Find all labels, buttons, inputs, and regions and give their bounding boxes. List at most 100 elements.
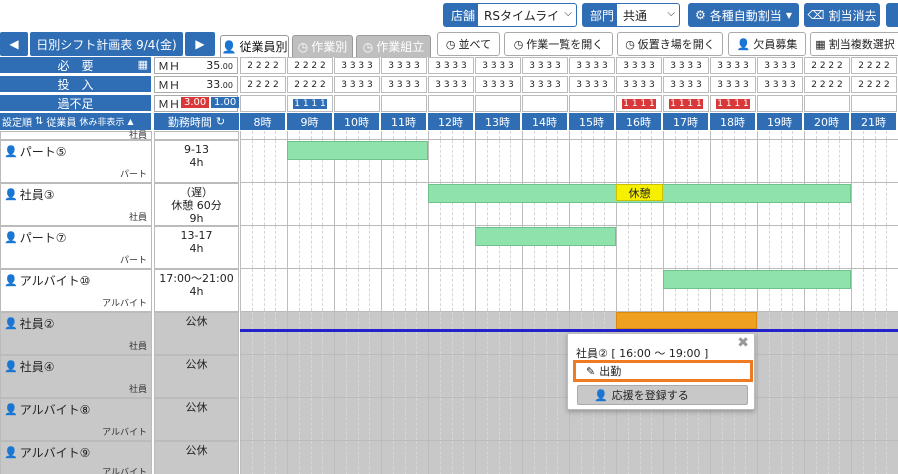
quarter-line — [604, 269, 606, 311]
employee-name-cell[interactable]: 👤 社員③ 社員 — [0, 183, 152, 226]
shift-bar[interactable] — [287, 141, 428, 160]
quarter-line — [862, 183, 864, 225]
employee-work-time[interactable]: （遅） 休憩 60分 9h — [154, 183, 239, 226]
tab-task-assembly[interactable]: ◷ 作業組立 — [356, 35, 431, 57]
register-support-button[interactable]: 👤 応援を登録する — [577, 385, 748, 405]
caret-up-icon[interactable]: ▲ — [127, 117, 133, 126]
shift-bar[interactable] — [475, 227, 616, 246]
hour-line — [851, 131, 852, 139]
multi-select-button[interactable]: ▦ 割当複数選択 — [810, 32, 898, 56]
quarter-line — [627, 226, 629, 268]
quarter-line — [251, 312, 253, 354]
hour-diff: 1 1 1 1 — [616, 95, 662, 112]
eraser-icon: ⌫ — [807, 8, 825, 22]
schedule-row[interactable] — [240, 226, 898, 269]
hour-line — [569, 131, 570, 139]
store-select[interactable]: RSタイムライ ⌵ — [477, 3, 577, 27]
hour-line — [616, 140, 617, 182]
recruit-button[interactable]: 👤 欠員募集 — [728, 32, 806, 56]
employee-name-cell[interactable]: 👤 アルバイト⑧ アルバイト — [0, 398, 152, 441]
quarter-line — [651, 226, 653, 268]
hour-line — [428, 131, 429, 139]
shift-bar[interactable] — [663, 270, 851, 289]
employee-name-cell[interactable]: 👤 パート⑦ パート — [0, 226, 152, 269]
quarter-line — [275, 398, 277, 440]
sort-button[interactable]: ◷ 並べて — [437, 32, 500, 56]
hide-off-toggle[interactable]: 休み非表示 — [79, 115, 124, 128]
quarter-line — [698, 226, 700, 268]
quarter-line — [451, 355, 453, 397]
hour-line — [757, 441, 758, 474]
attend-button[interactable]: ✎ 出勤 — [573, 360, 753, 382]
close-icon[interactable]: ✖ — [737, 335, 749, 351]
employee-name-cell[interactable]: 👤 アルバイト⑩ アルバイト — [0, 269, 152, 312]
hour-line — [616, 441, 617, 474]
employee-name: 👤 アルバイト⑨ — [4, 444, 90, 461]
prev-day-button[interactable]: ◀ — [0, 32, 28, 56]
sort-icon[interactable]: ⇅ — [35, 116, 43, 127]
quarter-line — [780, 355, 782, 397]
quarter-line — [510, 441, 512, 474]
open-task-list-button[interactable]: ◷ 作業一覧を開く — [504, 32, 613, 56]
quarter-line — [369, 398, 371, 440]
quarter-line — [839, 226, 841, 268]
settings-order-sort[interactable]: 設定順 — [2, 114, 32, 129]
open-temp-area-label: 仮置き場を開く — [637, 38, 715, 51]
quarter-line — [251, 441, 253, 474]
hour-header: 17時 — [663, 113, 708, 130]
selected-shift-bar[interactable] — [616, 312, 757, 329]
work-time-line: 13-17 — [180, 229, 213, 242]
employee-name-cell[interactable]: 👤 社員④ 社員 — [0, 355, 152, 398]
employee-name-cell[interactable]: 👤 アルバイト⑨ アルバイト — [0, 441, 152, 474]
employee-role: 社員 — [128, 342, 147, 352]
hour-line — [334, 441, 335, 474]
quarter-line — [768, 140, 770, 182]
employee-work-time[interactable]: 公休 — [154, 441, 239, 474]
employee-work-time[interactable]: 公休 — [154, 355, 239, 398]
break-tag[interactable]: 休憩 — [616, 184, 663, 201]
employee-name-cell[interactable]: 👤 社員② 社員 — [0, 312, 152, 355]
hour-count: 3 3 3 3 — [757, 57, 803, 74]
hour-line — [569, 269, 570, 311]
diff-count: 1 1 1 1 — [293, 98, 327, 109]
hour-diff — [804, 95, 850, 112]
schedule-row[interactable] — [240, 269, 898, 312]
schedule-row[interactable] — [240, 441, 898, 474]
open-temp-area-button[interactable]: ◷ 仮置き場を開く — [617, 32, 723, 56]
schedule-row[interactable]: 休憩 — [240, 183, 898, 226]
quarter-line — [839, 140, 841, 182]
employee-name-cell[interactable]: 👤 パート⑤ パート — [0, 140, 152, 183]
clear-assign-button[interactable]: ⌫ 割当消去 — [804, 3, 880, 27]
dept-select[interactable]: 共通 ⌵ — [616, 3, 680, 27]
tab-by-employee[interactable]: 👤 従業員別 — [220, 35, 289, 57]
quarter-line — [839, 398, 841, 440]
hour-count: 3 3 3 3 — [616, 76, 662, 93]
employee-work-time[interactable]: 9-13 4h — [154, 140, 239, 183]
calendar-icon[interactable]: ▦ — [138, 58, 148, 71]
employee-work-time[interactable]: 13-17 4h — [154, 226, 239, 269]
next-day-button[interactable]: ▶ — [185, 32, 215, 56]
hour-line — [851, 140, 852, 182]
tab-by-task[interactable]: ◷ 作業別 — [292, 35, 353, 57]
quarter-line — [439, 226, 441, 268]
person-icon: 👤 — [736, 37, 751, 51]
hour-count: 3 3 3 3 — [522, 57, 568, 74]
employee-work-time[interactable]: 17:00～21:00 4h — [154, 269, 239, 312]
hour-diff — [334, 95, 380, 112]
auto-assign-button[interactable]: ⚙ 各種自動割当 ▼ — [688, 3, 799, 27]
refresh-icon[interactable]: ↻ — [216, 115, 225, 128]
schedule-row[interactable] — [240, 140, 898, 183]
overflow-button[interactable] — [886, 3, 898, 27]
quarter-line — [298, 131, 300, 139]
clock-icon: ◷ — [297, 39, 309, 54]
quarter-line — [557, 312, 559, 354]
employee-work-time[interactable]: 公休 — [154, 312, 239, 355]
quarter-line — [498, 140, 500, 182]
quarter-line — [827, 398, 829, 440]
employee-work-time[interactable]: 公休 — [154, 398, 239, 441]
person-icon: 👤 — [4, 145, 18, 158]
work-time-line: 公休 — [185, 444, 208, 457]
quarter-line — [533, 312, 535, 354]
person-icon: 👤 — [4, 188, 18, 201]
quarter-line — [874, 441, 876, 474]
